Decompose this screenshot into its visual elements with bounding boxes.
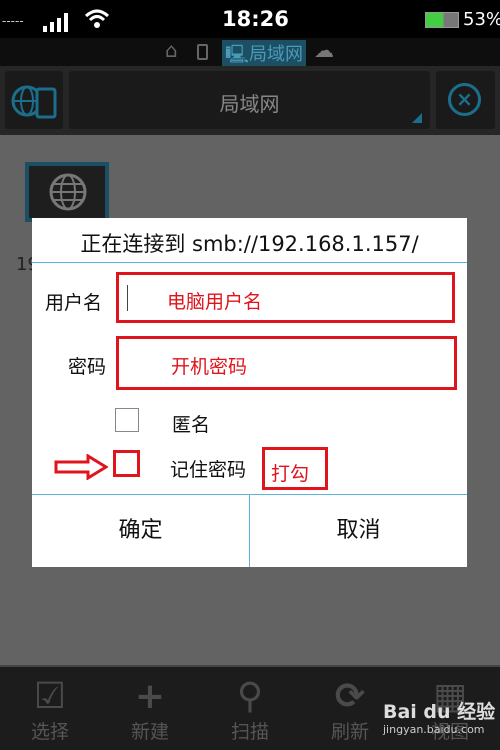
username-annotation: 电脑用户名	[167, 291, 263, 313]
cloud-icon[interactable]: ☁	[314, 38, 334, 62]
wifi-icon	[84, 9, 110, 28]
status-bar: ----- 18:26 53%	[0, 0, 500, 38]
network-computer-item[interactable]	[25, 162, 109, 222]
home-icon[interactable]: ⌂	[165, 38, 178, 62]
ok-button[interactable]: 确定	[32, 495, 249, 567]
anonymous-checkbox[interactable]	[115, 408, 139, 432]
dialog-title: 正在连接到 smb://192.168.1.157/	[80, 232, 419, 256]
anonymous-label: 匿名	[172, 414, 211, 436]
dropdown-corner-icon	[412, 113, 422, 123]
password-label: 密码	[68, 356, 107, 378]
signal-icon	[43, 13, 68, 32]
battery-percent: 53%	[463, 9, 500, 30]
breadcrumb: ⌂ 🖳局域网 ☁	[0, 38, 500, 72]
remember-password-checkbox[interactable]	[113, 450, 140, 477]
bottom-bar: ☑ 选择 + 新建 ⚲ 扫描 ⟳ 刷新 ▦ 视图 Bai du 经验 jingyan.ba…	[0, 665, 500, 750]
location-dropdown[interactable]: 局域网	[69, 71, 430, 129]
clock: 18:26	[222, 7, 289, 31]
globe-device-icon	[11, 85, 57, 119]
new-button[interactable]: + 新建	[105, 677, 195, 744]
select-button[interactable]: ☑ 选择	[5, 677, 95, 744]
scan-button[interactable]: ⚲ 扫描	[205, 677, 295, 744]
watermark-url: jingyan.baidu.com	[383, 723, 485, 736]
close-button[interactable]: ×	[436, 71, 495, 129]
remember-annotation: 打勾	[262, 447, 328, 490]
divider	[32, 262, 467, 263]
carrier-dashes: -----	[2, 14, 24, 28]
phone-icon[interactable]	[197, 44, 208, 60]
cancel-button[interactable]: 取消	[250, 495, 467, 567]
refresh-icon: ⟳	[334, 676, 366, 717]
password-input[interactable]: 开机密码	[116, 336, 457, 390]
arrow-right-icon	[54, 454, 108, 480]
close-icon: ×	[448, 83, 481, 116]
username-input[interactable]: 电脑用户名	[116, 272, 455, 323]
select-label: 选择	[30, 721, 69, 743]
refresh-button[interactable]: ⟳ 刷新	[305, 677, 395, 744]
toolbar: 局域网 ×	[0, 66, 500, 135]
text-cursor	[127, 285, 128, 311]
plus-icon: +	[134, 676, 166, 717]
refresh-label: 刷新	[330, 721, 369, 743]
toolbar-title: 局域网	[219, 92, 280, 116]
globe-icon	[49, 173, 87, 211]
password-annotation: 开机密码	[171, 356, 248, 378]
new-label: 新建	[130, 721, 169, 743]
battery-icon	[425, 12, 459, 28]
scan-label: 扫描	[230, 721, 269, 743]
remember-password-label: 记住密码	[170, 459, 247, 481]
network-device-button[interactable]	[5, 71, 63, 129]
login-dialog: 正在连接到 smb://192.168.1.157/ 用户名 电脑用户名 密码 …	[32, 218, 467, 567]
username-label: 用户名	[45, 292, 103, 314]
baidu-watermark: Bai du 经验	[383, 701, 496, 723]
search-icon: ⚲	[236, 676, 264, 717]
breadcrumb-lan-label: 局域网	[249, 44, 304, 65]
select-icon: ☑	[33, 676, 67, 717]
